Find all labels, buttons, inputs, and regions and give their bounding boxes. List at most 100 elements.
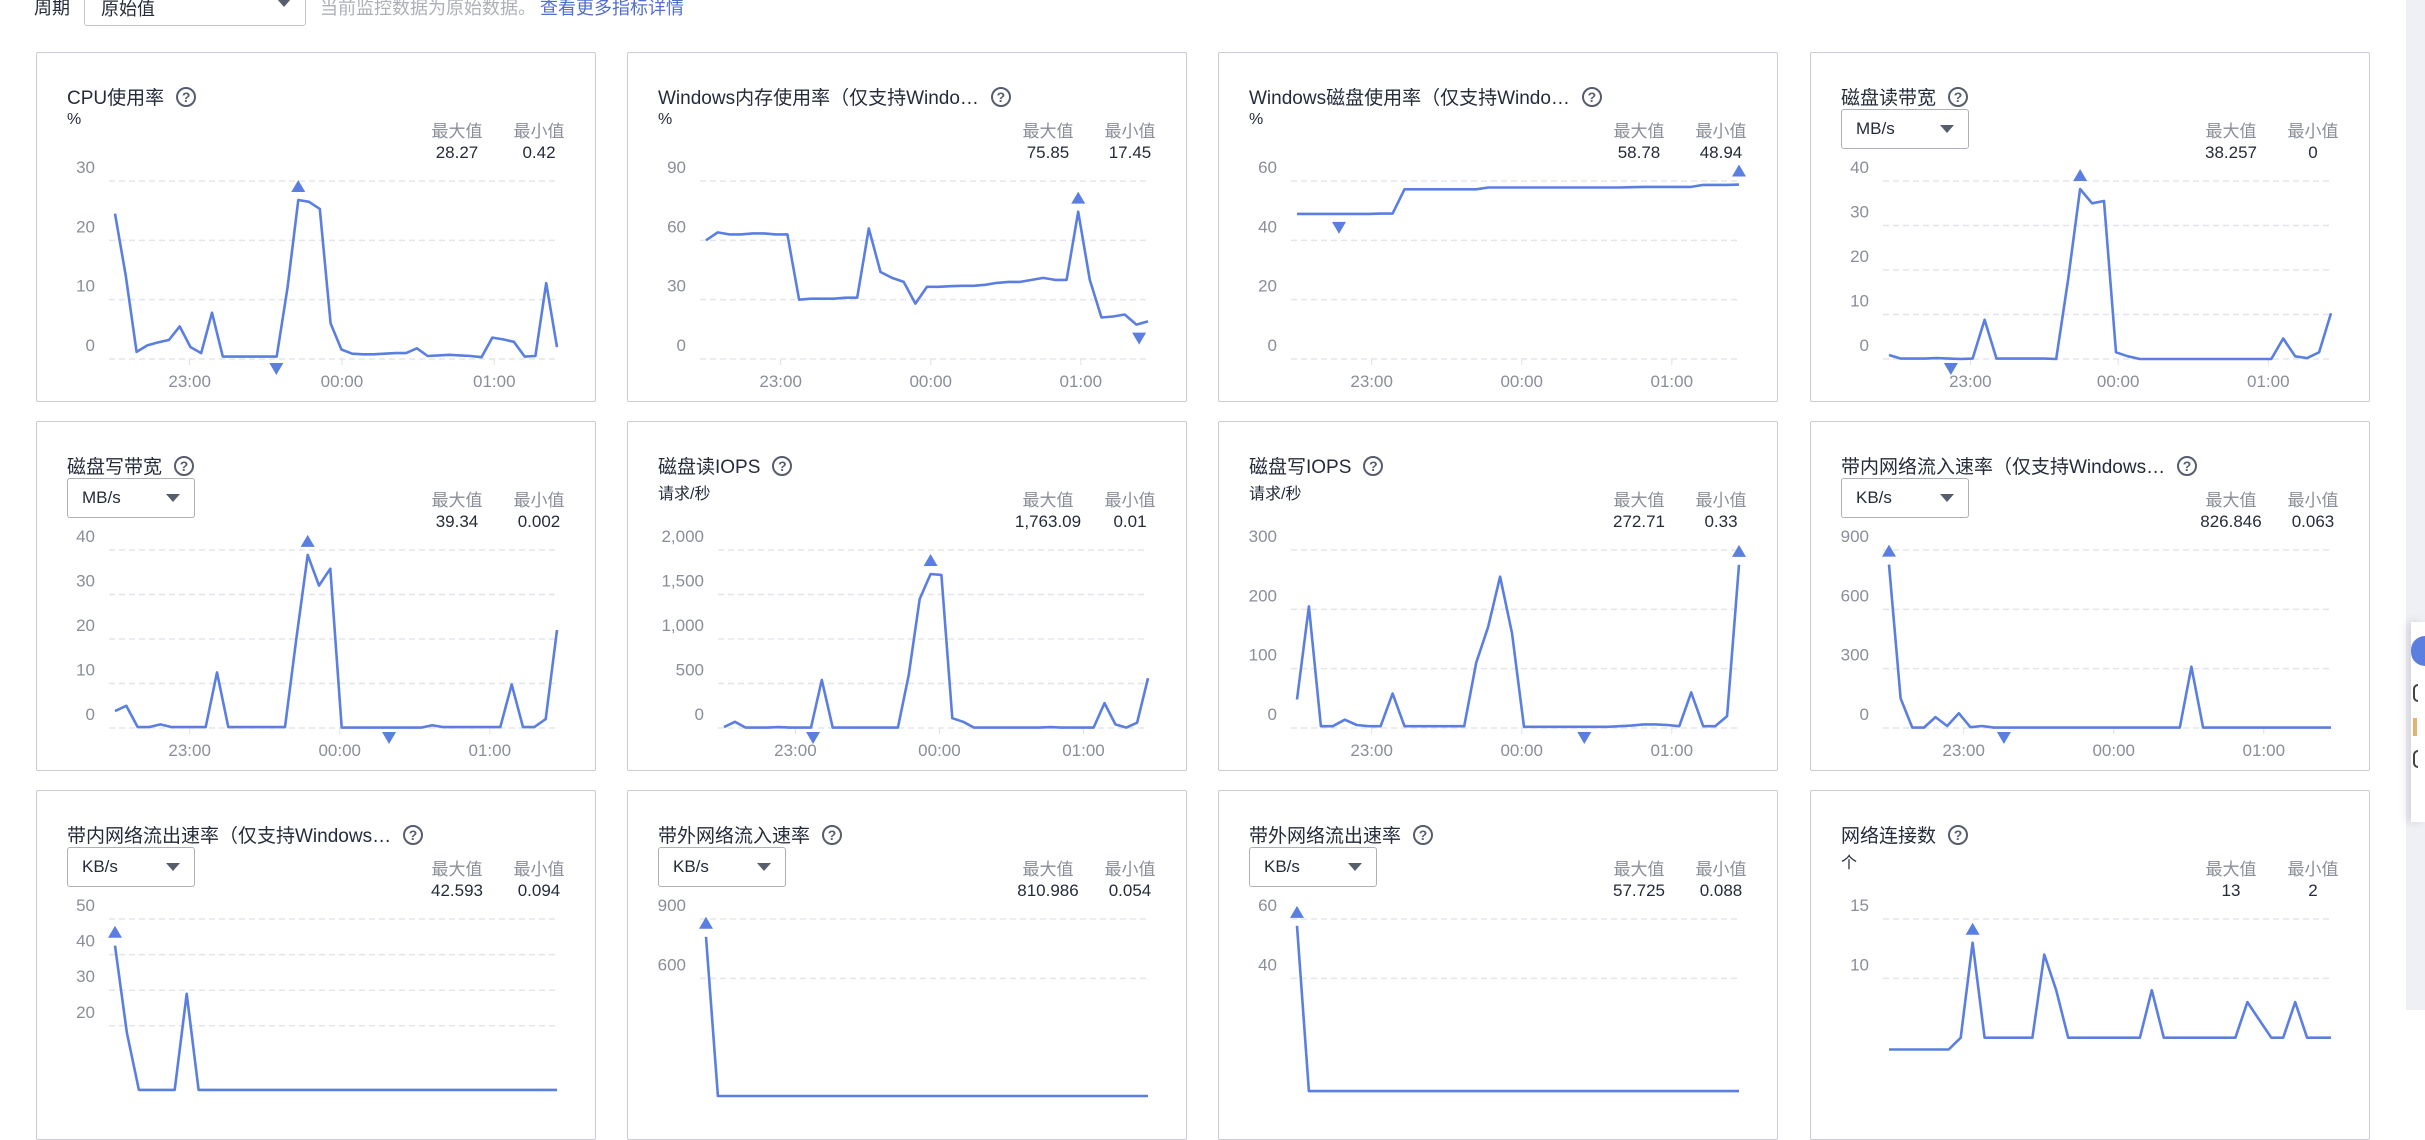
min-marker-icon bbox=[1577, 732, 1592, 744]
y-tick-label: 20 bbox=[1258, 277, 1277, 296]
metric-card: 磁盘读带宽? MB/s 最大值 38.257 最小值 0 0 10 20 30 40 23:00 00:… bbox=[1810, 52, 2370, 402]
raw-data-note: 当前监控数据为原始数据。 bbox=[320, 0, 536, 18]
metric-card: 带外网络流入速率? KB/s 最大值 810.986 最小值 0.054 600 900 bbox=[627, 790, 1187, 1140]
y-tick-label: 0 bbox=[1268, 336, 1277, 355]
y-tick-label: 1,500 bbox=[661, 572, 704, 591]
x-tick-label: 01:00 bbox=[469, 741, 512, 760]
max-marker-icon bbox=[1071, 191, 1086, 204]
min-marker-icon bbox=[382, 732, 397, 744]
series-line bbox=[704, 936, 1148, 1098]
max-marker-icon bbox=[291, 179, 306, 192]
line-chart: 600 900 bbox=[658, 896, 1148, 1098]
y-tick-label: 60 bbox=[1258, 896, 1277, 915]
min-marker-icon bbox=[1996, 732, 2011, 744]
series-line bbox=[114, 553, 559, 729]
x-tick-label: 23:00 bbox=[1942, 741, 1985, 760]
y-tick-label: 15 bbox=[1850, 896, 1869, 915]
y-tick-label: 900 bbox=[658, 896, 686, 915]
y-tick-label: 90 bbox=[667, 158, 686, 177]
tool-icon[interactable] bbox=[2413, 750, 2418, 768]
more-metrics-link[interactable]: 查看更多指标详情 bbox=[540, 0, 684, 20]
y-tick-label: 40 bbox=[76, 932, 95, 951]
y-tick-label: 0 bbox=[1860, 336, 1869, 355]
series-line bbox=[113, 945, 557, 1092]
max-marker-icon bbox=[1732, 164, 1746, 177]
y-tick-label: 2,000 bbox=[661, 527, 704, 546]
x-tick-label: 01:00 bbox=[1651, 741, 1694, 760]
tool-icon[interactable] bbox=[2413, 718, 2417, 736]
series-line bbox=[1297, 183, 1740, 216]
series-line bbox=[1295, 564, 1741, 729]
metric-card: 磁盘写IOPS? 请求/秒 最大值 272.71 最小值 0.33 0 100 200 300 23… bbox=[1218, 421, 1778, 771]
y-tick-label: 600 bbox=[1841, 586, 1869, 605]
line-chart: 0 20 40 60 23:00 00:00 01:00 bbox=[1258, 158, 1746, 391]
line-chart: 0 300 600 900 23:00 00:00 01:00 bbox=[1841, 527, 2331, 760]
min-marker-icon bbox=[1132, 332, 1147, 345]
y-tick-label: 20 bbox=[1850, 247, 1869, 266]
max-marker-icon bbox=[1290, 905, 1304, 918]
y-tick-label: 20 bbox=[76, 1003, 95, 1022]
x-tick-label: 00:00 bbox=[321, 372, 364, 391]
y-tick-label: 0 bbox=[86, 705, 95, 724]
metric-card: 带外网络流出速率? KB/s 最大值 57.725 最小值 0.088 40 60 bbox=[1218, 790, 1778, 1140]
x-tick-label: 01:00 bbox=[1651, 372, 1694, 391]
period-label: 周期 bbox=[34, 0, 70, 18]
max-marker-icon bbox=[300, 534, 315, 547]
y-tick-label: 10 bbox=[76, 661, 95, 680]
series-line bbox=[1887, 564, 2331, 729]
x-tick-label: 00:00 bbox=[2097, 372, 2140, 391]
metric-card: 带内网络流入速率（仅支持Windows…? KB/s 最大值 826.846 最小值 0.… bbox=[1810, 421, 2370, 771]
y-tick-label: 10 bbox=[1850, 292, 1869, 311]
max-marker-icon bbox=[108, 925, 122, 938]
y-tick-label: 20 bbox=[76, 217, 95, 236]
line-chart: 0 10 20 30 40 23:00 00:00 01:00 bbox=[76, 527, 559, 760]
metric-card: Windows内存使用率（仅支持Windo…?% 最大值 75.85 最小值 17.45… bbox=[627, 52, 1187, 402]
y-tick-label: 40 bbox=[1258, 217, 1277, 236]
line-chart: 40 60 bbox=[1258, 896, 1739, 1093]
y-tick-label: 0 bbox=[695, 705, 704, 724]
y-tick-label: 30 bbox=[76, 572, 95, 591]
tool-icon[interactable] bbox=[2413, 684, 2418, 702]
y-tick-label: 0 bbox=[677, 336, 686, 355]
x-tick-label: 01:00 bbox=[1060, 372, 1103, 391]
x-tick-label: 01:00 bbox=[473, 372, 516, 391]
y-tick-label: 40 bbox=[1258, 955, 1277, 974]
y-tick-label: 500 bbox=[676, 661, 704, 680]
y-tick-label: 30 bbox=[667, 277, 686, 296]
y-tick-label: 0 bbox=[1860, 705, 1869, 724]
max-marker-icon bbox=[1965, 922, 1980, 935]
y-tick-label: 300 bbox=[1841, 646, 1869, 665]
y-tick-label: 40 bbox=[1850, 158, 1869, 177]
line-chart: 0 30 60 90 23:00 00:00 01:00 bbox=[667, 158, 1149, 391]
x-tick-label: 01:00 bbox=[2243, 741, 2286, 760]
period-select[interactable]: 原始值 bbox=[84, 0, 306, 26]
x-tick-label: 00:00 bbox=[909, 372, 952, 391]
y-tick-label: 50 bbox=[76, 896, 95, 915]
y-tick-label: 10 bbox=[1850, 955, 1869, 974]
x-tick-label: 23:00 bbox=[168, 741, 211, 760]
y-tick-label: 900 bbox=[1841, 527, 1869, 546]
side-gutter bbox=[2406, 0, 2425, 1010]
series-line bbox=[723, 572, 1150, 729]
y-tick-label: 40 bbox=[76, 527, 95, 546]
metric-card: Windows磁盘使用率（仅支持Windo…?% 最大值 58.78 最小值 48.94… bbox=[1218, 52, 1778, 402]
line-chart: 20 30 40 50 bbox=[76, 896, 557, 1092]
max-marker-icon bbox=[1732, 544, 1746, 557]
x-tick-label: 01:00 bbox=[1062, 741, 1105, 760]
y-tick-label: 0 bbox=[86, 336, 95, 355]
x-tick-label: 00:00 bbox=[2092, 741, 2135, 760]
x-tick-label: 00:00 bbox=[918, 741, 961, 760]
y-tick-label: 600 bbox=[658, 955, 686, 974]
floating-tool-panel[interactable] bbox=[2411, 622, 2425, 822]
min-marker-icon bbox=[1331, 221, 1346, 234]
series-line bbox=[1888, 187, 2333, 361]
y-tick-label: 0 bbox=[1268, 705, 1277, 724]
period-select-value: 原始值 bbox=[101, 0, 155, 19]
y-tick-label: 300 bbox=[1249, 527, 1277, 546]
min-marker-icon bbox=[269, 363, 284, 375]
max-marker-icon bbox=[2073, 169, 2088, 182]
line-chart: 0 10 20 30 23:00 00:00 01:00 bbox=[76, 158, 559, 391]
x-tick-label: 00:00 bbox=[318, 741, 361, 760]
metric-card: 网络连接数? 个最大值 13 最小值 2 10 15 bbox=[1810, 790, 2370, 1140]
assistant-icon[interactable] bbox=[2411, 636, 2425, 666]
